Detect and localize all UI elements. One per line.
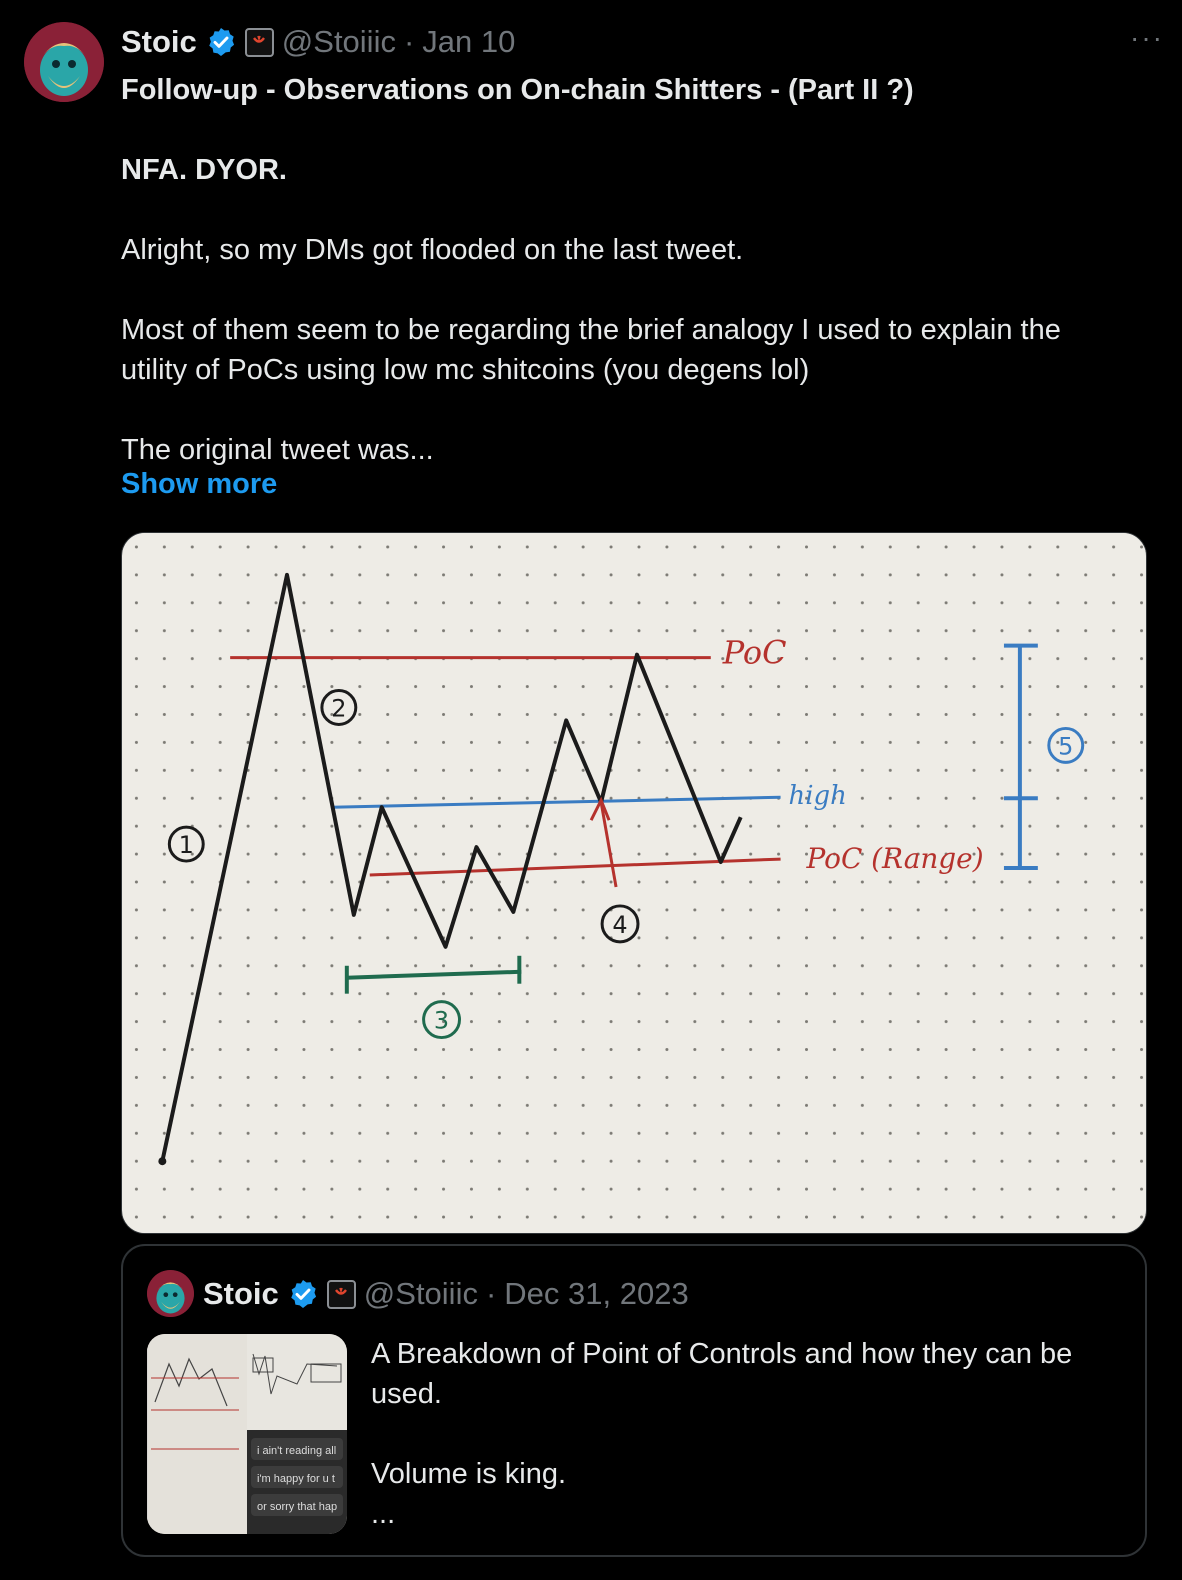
- tweet-line-original: The original tweet was...: [121, 434, 434, 466]
- tweet[interactable]: Stoic @Stoiiic · Jan 10 ··· Follow-up - …: [0, 0, 1182, 1580]
- tweet-date[interactable]: Jan 10: [422, 24, 515, 60]
- quoted-author-handle[interactable]: @Stoiiic: [364, 1276, 478, 1312]
- quoted-author-name[interactable]: Stoic: [203, 1276, 279, 1312]
- tweet-media-image[interactable]: PoC high PoC (Range) 1 2 3 4 5: [121, 532, 1147, 1234]
- hand-drawn-diagram: PoC high PoC (Range) 1 2 3 4 5: [122, 533, 1146, 1233]
- label-1: 1: [179, 831, 194, 859]
- thumb-chat-1: i ain't reading all: [257, 1445, 336, 1457]
- thumb-chat-3: or sorry that hap: [257, 1501, 337, 1513]
- author-avatar[interactable]: [24, 22, 104, 102]
- tweet-text: Follow-up - Observations on On-chain Shi…: [121, 70, 1131, 470]
- label-poc-top: PoC: [722, 634, 787, 672]
- quoted-tweet[interactable]: Stoic @Stoiiic · Dec 31, 2023 i ain't re…: [121, 1244, 1147, 1557]
- show-more-link[interactable]: Show more: [121, 468, 277, 501]
- tweet-line-nfa: NFA. DYOR.: [121, 154, 287, 186]
- quoted-author-avatar[interactable]: [147, 1270, 194, 1317]
- author-name[interactable]: Stoic: [121, 24, 197, 60]
- quoted-tweet-text: A Breakdown of Point of Controls and how…: [371, 1334, 1131, 1534]
- label-5: 5: [1058, 732, 1073, 760]
- thumb-chat-2: i'm happy for u t: [257, 1473, 335, 1485]
- tweet-line-dms: Alright, so my DMs got flooded on the la…: [121, 234, 744, 266]
- quoted-header-separator: ·: [485, 1276, 497, 1311]
- verified-badge-icon: [205, 26, 237, 58]
- quoted-text-line2: Volume is king.: [371, 1458, 567, 1490]
- quoted-tweet-date[interactable]: Dec 31, 2023: [504, 1276, 688, 1312]
- tweet-title: Follow-up - Observations on On-chain Shi…: [121, 74, 914, 106]
- quoted-tweet-header: Stoic @Stoiiic · Dec 31, 2023: [203, 1274, 689, 1314]
- more-options-icon[interactable]: ···: [1130, 22, 1164, 54]
- label-high: high: [789, 781, 847, 811]
- label-poc-range: PoC (Range): [806, 842, 984, 875]
- header-separator: ·: [403, 24, 415, 59]
- quoted-affiliation-badge-icon[interactable]: [326, 1279, 356, 1309]
- tweet-line-most: Most of them seem to be regarding the br…: [121, 314, 1069, 386]
- label-3: 3: [434, 1007, 449, 1035]
- label-2: 2: [331, 694, 346, 722]
- label-4: 4: [612, 911, 627, 939]
- tweet-header: Stoic @Stoiiic · Jan 10: [121, 22, 515, 62]
- affiliation-badge-icon[interactable]: [244, 27, 274, 57]
- quoted-text-ellipsis: ...: [371, 1498, 396, 1530]
- quoted-media-thumbnail[interactable]: i ain't reading all i'm happy for u t or…: [147, 1334, 347, 1534]
- author-handle[interactable]: @Stoiiic: [282, 24, 396, 60]
- quoted-text-line1: A Breakdown of Point of Controls and how…: [371, 1338, 1081, 1410]
- quoted-verified-badge-icon: [287, 1278, 319, 1310]
